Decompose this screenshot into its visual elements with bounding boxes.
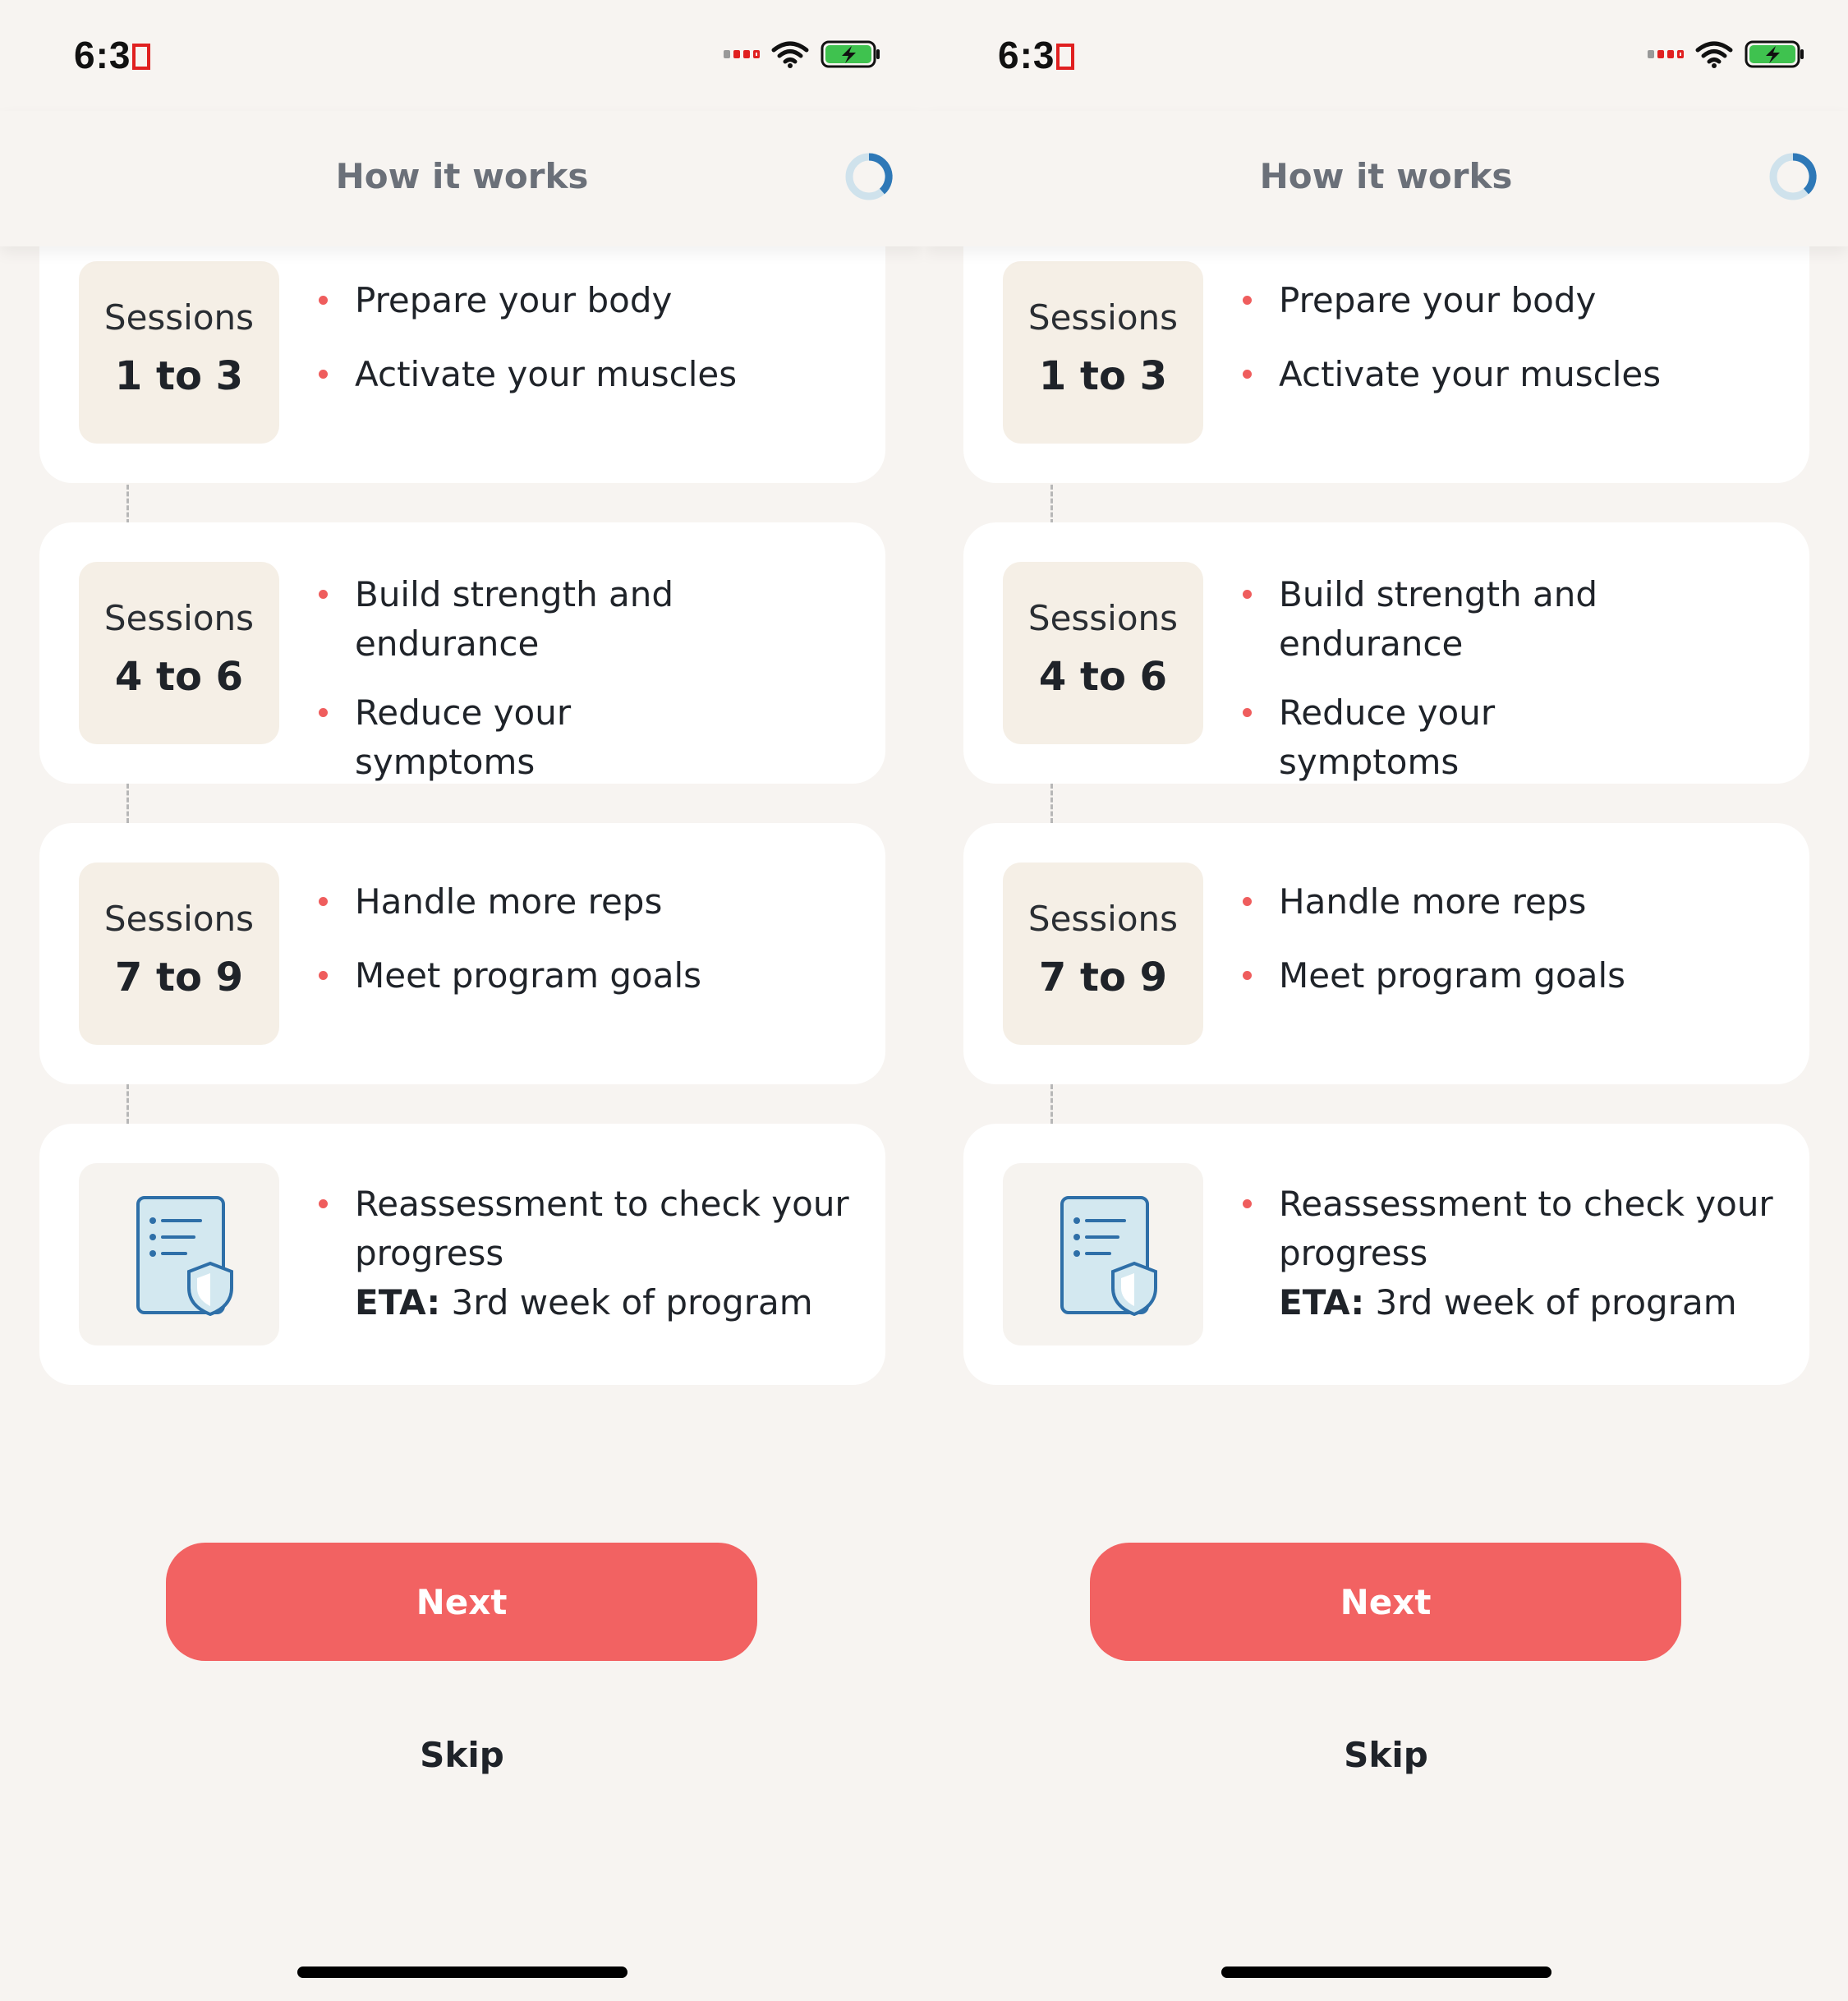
status-time: 6:3 [74, 33, 151, 77]
home-indicator [1221, 1966, 1551, 1978]
eta-value: 3rd week of program [451, 1282, 813, 1322]
eta-line: ETA: 3rd week of program [319, 1278, 869, 1327]
badge-label: Sessions [1027, 598, 1179, 638]
badge-label: Sessions [1027, 899, 1179, 939]
battery-charging-icon [821, 40, 880, 68]
battery-charging-icon [1745, 40, 1804, 68]
list-item: Reassessment to check your progress [1243, 1180, 1793, 1278]
badge-range: 1 to 3 [114, 353, 244, 399]
home-indicator [297, 1966, 627, 1978]
badge-range: 4 to 6 [114, 654, 244, 700]
page-title: How it works [1259, 156, 1513, 196]
session-badge: Sessions 1 to 3 [79, 261, 279, 444]
bullet-list: Reassessment to check your progress ETA:… [319, 1180, 869, 1327]
list-item: Activate your muscles [1243, 350, 1785, 399]
list-item: Meet program goals [1243, 951, 1785, 1000]
timeline-connector [126, 1084, 129, 1124]
list-item: Prepare your body [1243, 276, 1785, 325]
timeline-connector [126, 784, 129, 823]
eta-line: ETA: 3rd week of program [1243, 1278, 1793, 1327]
reassessment-card: Reassessment to check your progress ETA:… [963, 1124, 1809, 1385]
bullet-list: Build strength and endurance Reduce your… [1243, 570, 1678, 787]
app-header: How it works [924, 111, 1848, 246]
session-card-3: Sessions 7 to 9 Handle more reps Meet pr… [963, 823, 1809, 1084]
session-badge: Sessions 4 to 6 [1003, 562, 1203, 744]
list-item: Meet program goals [319, 951, 861, 1000]
reassessment-icon-badge [1003, 1163, 1203, 1346]
badge-label: Sessions [103, 598, 255, 638]
badge-range: 7 to 9 [1038, 954, 1168, 1000]
reassessment-card: Reassessment to check your progress ETA:… [39, 1124, 885, 1385]
bullet-list: Reassessment to check your progress ETA:… [1243, 1180, 1793, 1327]
status-icons [1648, 39, 1805, 69]
list-item: Activate your muscles [319, 350, 861, 399]
badge-label: Sessions [103, 297, 255, 338]
session-card-2: Sessions 4 to 6 Build strength and endur… [963, 522, 1809, 784]
list-item: Build strength and endurance [319, 570, 754, 669]
status-icons [724, 39, 881, 69]
bullet-list: Prepare your body Activate your muscles [1243, 276, 1785, 399]
list-item: Reduce your symptoms [319, 688, 754, 787]
session-badge: Sessions 1 to 3 [1003, 261, 1203, 444]
badge-label: Sessions [103, 899, 255, 939]
list-item: Handle more reps [319, 877, 861, 927]
timeline-connector [1050, 485, 1053, 524]
list-item: Reassessment to check your progress [319, 1180, 869, 1278]
list-item: Reduce your symptoms [1243, 688, 1678, 787]
bullet-list: Handle more reps Meet program goals [319, 877, 861, 1000]
time-digit-marker [132, 44, 151, 70]
eta-value: 3rd week of program [1375, 1282, 1737, 1322]
bullet-list: Prepare your body Activate your muscles [319, 276, 861, 399]
status-time: 6:3 [998, 33, 1075, 77]
skip-button[interactable]: Skip [0, 1735, 924, 1775]
bullet-list: Build strength and endurance Reduce your… [319, 570, 754, 787]
next-button[interactable]: Next [1090, 1543, 1681, 1661]
timeline-connector [1050, 784, 1053, 823]
list-item: Prepare your body [319, 276, 861, 325]
wifi-icon [1695, 41, 1733, 68]
bullet-list: Handle more reps Meet program goals [1243, 877, 1785, 1000]
badge-label: Sessions [1027, 297, 1179, 338]
time-digit-marker [1056, 44, 1075, 70]
session-card-3: Sessions 7 to 9 Handle more reps Meet pr… [39, 823, 885, 1084]
progress-ring-icon [1769, 153, 1817, 200]
page-title: How it works [335, 156, 589, 196]
screen-left: 6:3 How it works Sessions 1 to 3 Prepare… [0, 0, 924, 2001]
status-bar: 6:3 [924, 0, 1848, 111]
screen-right: 6:3 How it works Sessions 1 to 3 Prepare… [924, 0, 1848, 2001]
timeline-connector [1050, 1084, 1053, 1124]
next-button[interactable]: Next [166, 1543, 757, 1661]
eta-label: ETA: [1279, 1282, 1365, 1322]
document-shield-icon [1060, 1196, 1157, 1316]
session-card-2: Sessions 4 to 6 Build strength and endur… [39, 522, 885, 784]
eta-label: ETA: [355, 1282, 441, 1322]
list-item: Build strength and endurance [1243, 570, 1678, 669]
cellular-signal-icon [1648, 50, 1684, 58]
skip-button[interactable]: Skip [924, 1735, 1848, 1775]
cellular-signal-icon [724, 50, 760, 58]
status-bar: 6:3 [0, 0, 924, 111]
app-header: How it works [0, 111, 924, 246]
badge-range: 1 to 3 [1038, 353, 1168, 399]
badge-range: 7 to 9 [114, 954, 244, 1000]
reassessment-icon-badge [79, 1163, 279, 1346]
list-item: Handle more reps [1243, 877, 1785, 927]
session-badge: Sessions 4 to 6 [79, 562, 279, 744]
wifi-icon [771, 41, 809, 68]
timeline-connector [126, 485, 129, 524]
session-badge: Sessions 7 to 9 [1003, 862, 1203, 1045]
badge-range: 4 to 6 [1038, 654, 1168, 700]
progress-ring-icon [845, 153, 893, 200]
session-badge: Sessions 7 to 9 [79, 862, 279, 1045]
document-shield-icon [136, 1196, 233, 1316]
